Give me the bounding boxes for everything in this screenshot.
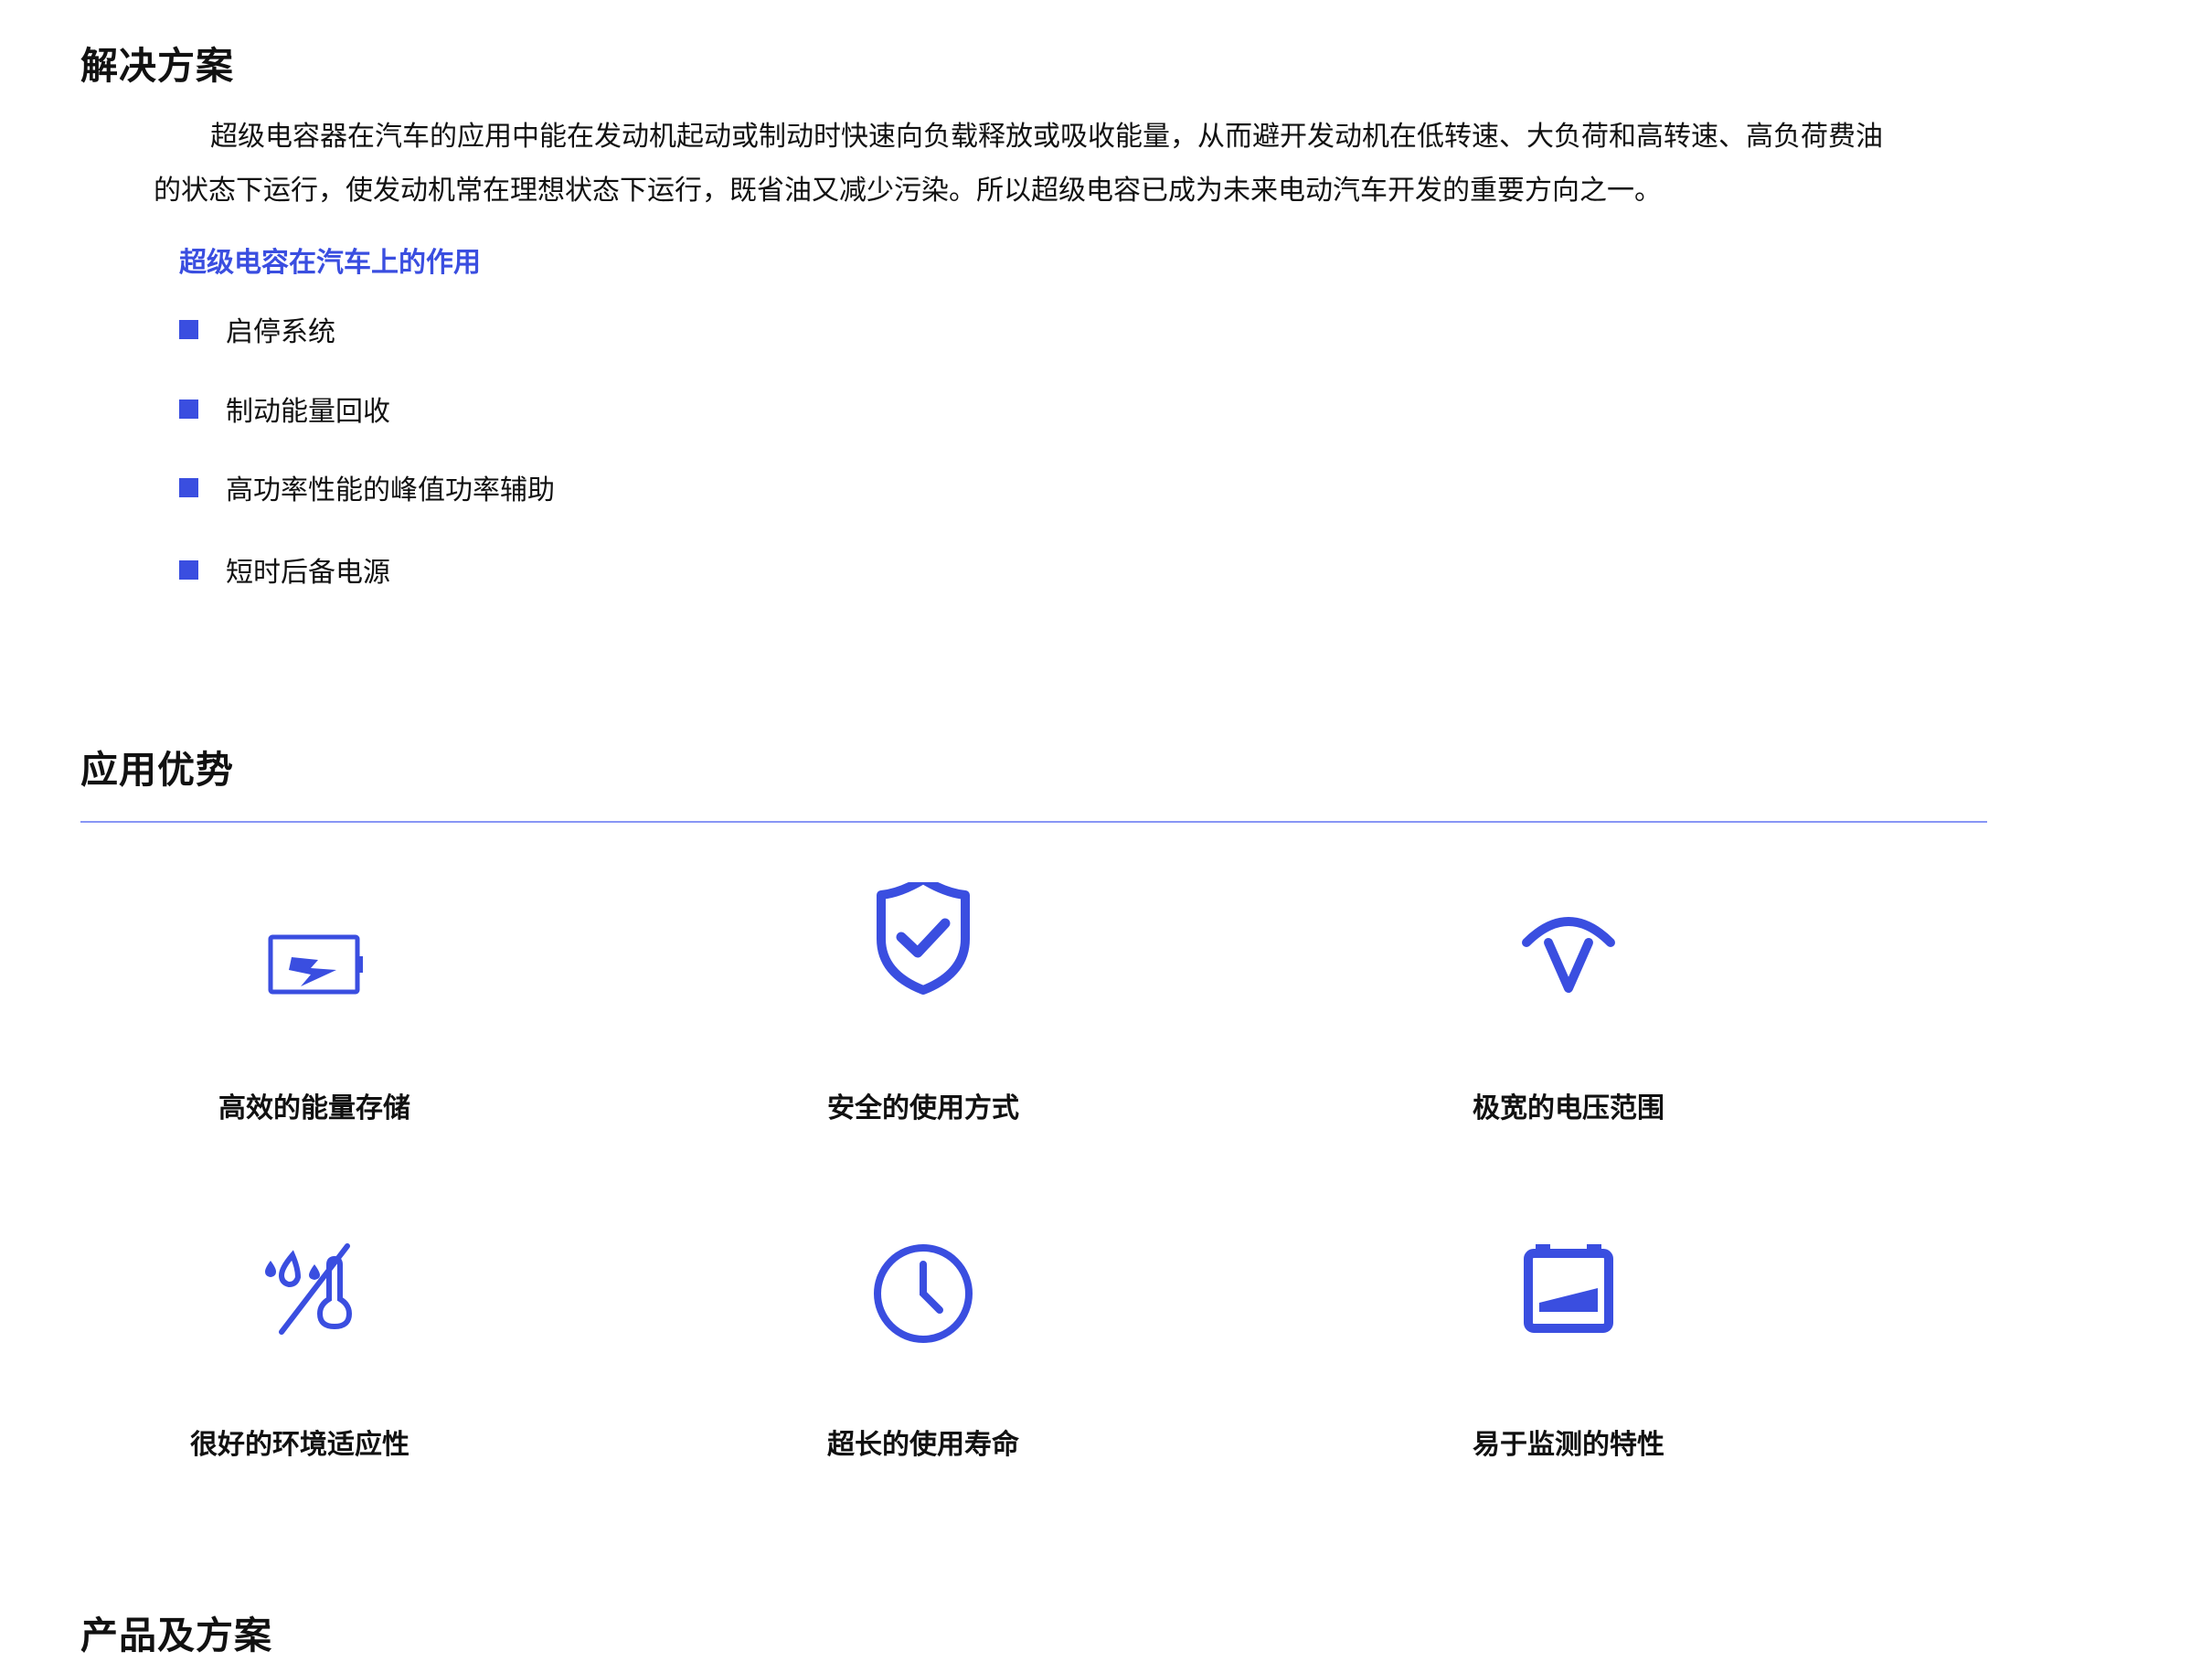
shield-check-icon: [832, 882, 1015, 1065]
clock-icon: [832, 1219, 1015, 1401]
advantage-label: 超长的使用寿命: [827, 1429, 1019, 1461]
advantage-item: 高效的能量存储: [95, 882, 534, 1156]
roles-title: 超级电容在汽车上的作用: [179, 247, 481, 279]
role-item-label: 制动能量回收: [226, 396, 390, 428]
battery-level-icon: [1477, 1219, 1660, 1401]
battery-bolt-icon: [223, 882, 406, 1065]
square-bullet-icon: [179, 477, 198, 497]
advantage-item: 极宽的电压范围: [1349, 882, 1788, 1156]
role-item-label: 短时后备电源: [226, 557, 390, 589]
role-item: 制动能量回收: [179, 390, 390, 428]
advantage-label: 安全的使用方式: [827, 1092, 1019, 1124]
advantage-item: 易于监测的特性: [1349, 1219, 1788, 1493]
section-title-products: 产品及方案: [80, 1614, 272, 1657]
solution-intro: 超级电容器在汽车的应用中能在发动机起动或制动时快速向负载释放或吸收能量，从而避开…: [154, 121, 1883, 207]
advantage-label: 高效的能量存储: [218, 1092, 410, 1124]
role-item-label: 高功率性能的峰值功率辅助: [226, 474, 555, 506]
advantage-item: 很好的环境适应性: [80, 1219, 519, 1493]
humidity-temperature-icon: [208, 1219, 391, 1401]
role-item: 高功率性能的峰值功率辅助: [179, 469, 555, 506]
advantage-item: 超长的使用寿命: [704, 1219, 1143, 1493]
section-divider: [80, 821, 1987, 823]
role-item: 短时后备电源: [179, 551, 390, 589]
section-title-solution: 解决方案: [80, 44, 234, 88]
role-item-label: 启停系统: [226, 316, 335, 348]
advantage-item: 安全的使用方式: [704, 882, 1143, 1156]
advantage-label: 很好的环境适应性: [190, 1429, 409, 1461]
section-title-advantages: 应用优势: [80, 748, 234, 792]
square-bullet-icon: [179, 399, 198, 419]
square-bullet-icon: [179, 559, 198, 580]
square-bullet-icon: [179, 319, 198, 339]
advantage-label: 极宽的电压范围: [1473, 1092, 1664, 1124]
voltage-gauge-icon: [1477, 882, 1660, 1065]
role-item: 启停系统: [179, 311, 335, 348]
advantage-label: 易于监测的特性: [1473, 1429, 1664, 1461]
